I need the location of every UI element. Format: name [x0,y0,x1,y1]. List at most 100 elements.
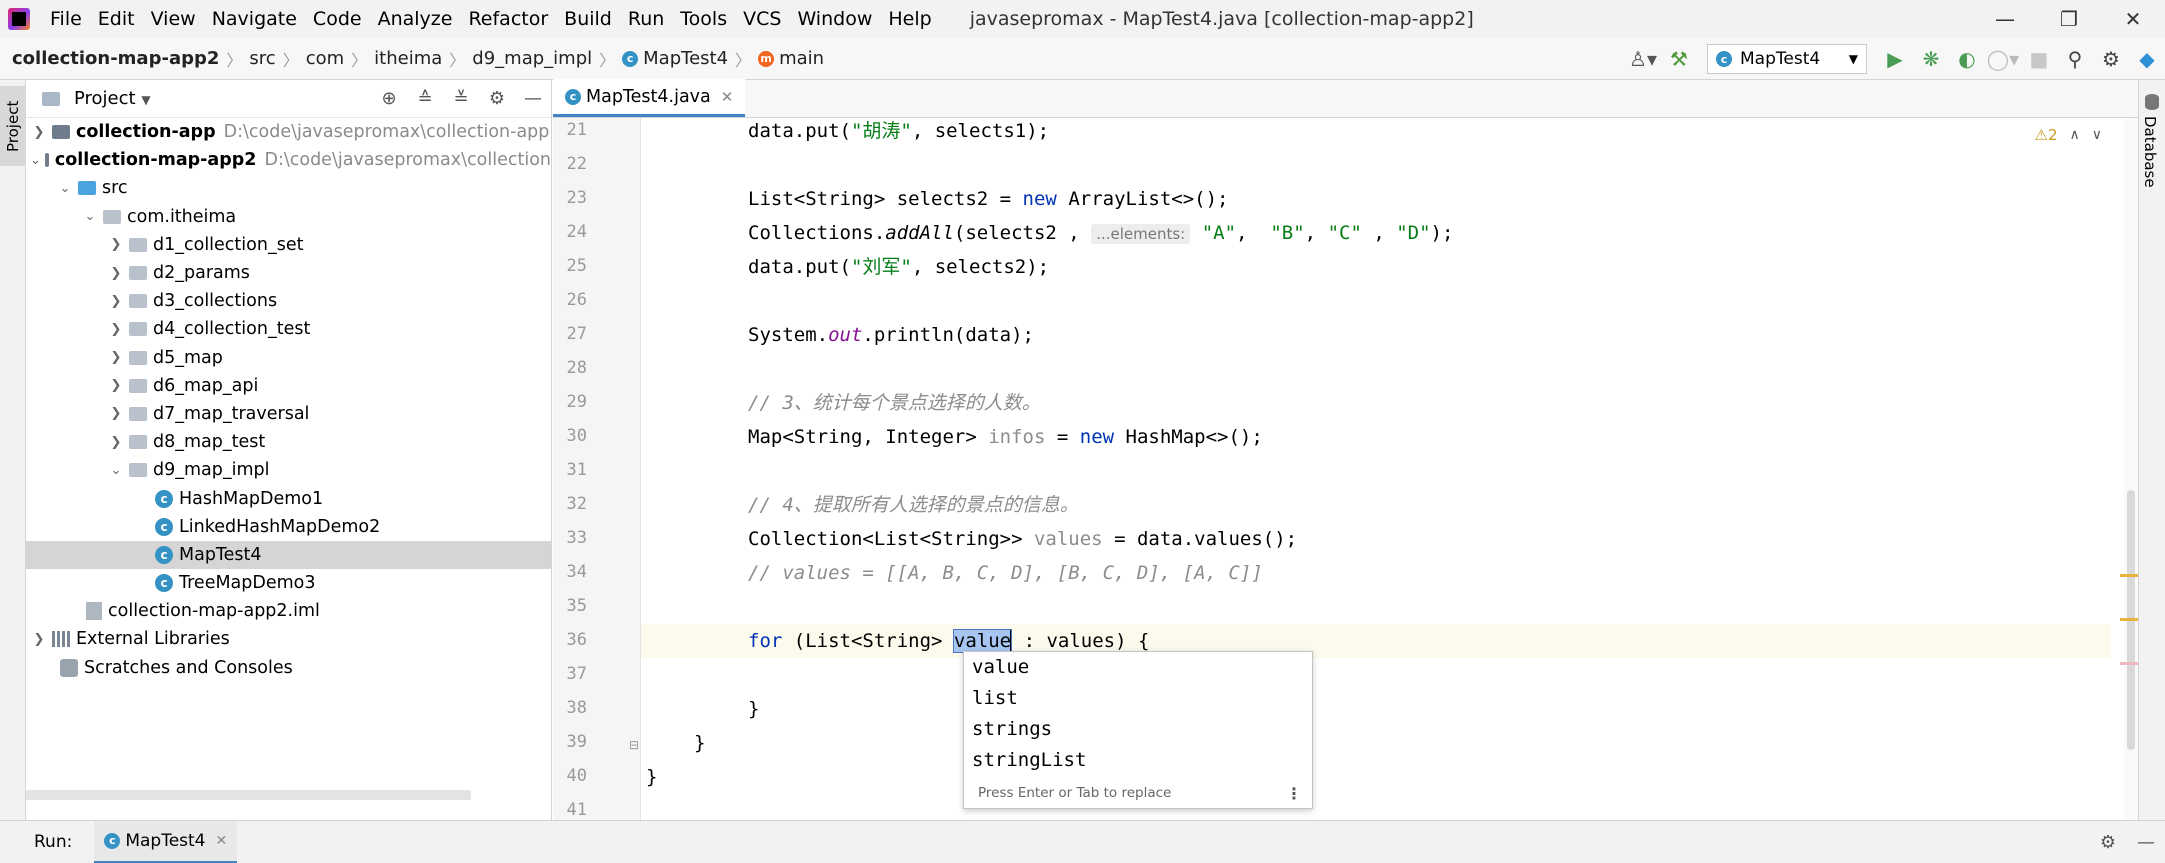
build-hammer-icon[interactable]: ⚒ [1661,38,1697,80]
warning-marker[interactable] [2120,618,2138,621]
completion-item[interactable]: strings [964,714,1312,745]
stop-icon[interactable]: ■ [2021,38,2057,80]
hide-panel-icon[interactable]: — [515,88,551,109]
menu-analyze[interactable]: Analyze [370,0,461,38]
breadcrumb-com[interactable]: com [302,48,348,69]
run-tab[interactable]: c MapTest4 ✕ [94,820,238,863]
menu-window[interactable]: Window [789,0,880,38]
tree-item-package[interactable]: ❯ d5_map [26,344,551,372]
tree-item-package[interactable]: ⌄ d9_map_impl [26,456,551,484]
editor-vertical-scrollbar[interactable] [2124,118,2138,820]
search-icon[interactable]: ⚲ [2057,38,2093,80]
completion-item[interactable]: list [964,683,1312,714]
locate-icon[interactable]: ⊕ [371,88,407,109]
profile-icon[interactable]: ◯▾ [1985,38,2021,80]
menu-navigate[interactable]: Navigate [204,0,305,38]
breadcrumb-package[interactable]: d9_map_impl [468,48,596,69]
chevron-right-icon[interactable]: ❯ [107,266,125,281]
expand-all-icon[interactable]: ≙ [407,88,443,109]
tree-item-collection-app[interactable]: ❯ collection-app D:\code\javasepromax\co… [26,118,551,146]
project-view-select[interactable]: Project ▼ [74,88,151,109]
menu-build[interactable]: Build [556,0,620,38]
chevron-right-icon[interactable]: ❯ [107,322,125,337]
minimize-icon[interactable]: — [1973,0,2037,38]
menu-run[interactable]: Run [620,0,672,38]
tree-item-iml-file[interactable]: collection-map-app2.iml [26,597,551,625]
next-highlight-icon[interactable]: ∨ [2092,127,2102,143]
menu-vcs[interactable]: VCS [735,0,789,38]
menu-help[interactable]: Help [880,0,939,38]
menu-tools[interactable]: Tools [672,0,735,38]
breadcrumb-itheima[interactable]: itheima [370,48,446,69]
hide-panel-icon[interactable]: — [2127,832,2165,853]
tree-item-class[interactable]: c LinkedHashMapDemo2 [26,513,551,541]
database-tool-tab[interactable]: Database [2141,116,2159,188]
chevron-down-icon[interactable]: ⌄ [81,209,99,224]
project-tool-tab[interactable]: Project [0,86,26,166]
tree-item-src[interactable]: ⌄ src [26,174,551,202]
run-icon[interactable]: ▶ [1877,38,1913,80]
tree-item-class-selected[interactable]: c MapTest4 [26,540,551,569]
close-window-icon[interactable]: ✕ [2101,0,2165,38]
warning-marker[interactable] [2120,574,2138,577]
chevron-right-icon[interactable]: ❯ [107,435,125,450]
line-number: 39 [566,732,587,752]
chevron-right-icon[interactable]: ❯ [107,378,125,393]
toolbox-icon[interactable]: ◆ [2129,38,2165,80]
close-tab-icon[interactable]: ✕ [721,88,734,106]
user-icon[interactable]: ♙▾ [1625,38,1661,80]
restore-icon[interactable]: ❐ [2037,0,2101,38]
breadcrumb-method[interactable]: m main [754,48,828,69]
gear-icon[interactable]: ⚙ [479,88,515,109]
previous-highlight-icon[interactable]: ∧ [2070,127,2080,143]
project-horizontal-scrollbar[interactable] [26,790,471,800]
menu-view[interactable]: View [143,0,204,38]
tree-item-class[interactable]: c HashMapDemo1 [26,484,551,512]
settings-gear-icon[interactable]: ⚙ [2093,38,2129,80]
chevron-down-icon[interactable]: ⌄ [30,153,41,168]
rename-variable-field[interactable]: value [952,629,1013,653]
more-options-icon[interactable]: ⋮ [1286,784,1302,803]
run-configuration-select[interactable]: c MapTest4 ▼ [1707,44,1867,74]
tree-item-package[interactable]: ❯ d3_collections [26,287,551,315]
chevron-right-icon[interactable]: ❯ [30,632,48,647]
tree-item-package[interactable]: ❯ d7_map_traversal [26,400,551,428]
breadcrumb-project[interactable]: collection-map-app2 [0,48,223,69]
tree-item-package[interactable]: ❯ d1_collection_set [26,231,551,259]
tree-item-package[interactable]: ❯ d4_collection_test [26,315,551,343]
tree-item-com-itheima[interactable]: ⌄ com.itheima [26,203,551,231]
chevron-right-icon[interactable]: ❯ [30,125,48,140]
menu-edit[interactable]: Edit [90,0,143,38]
debug-icon[interactable]: ❋ [1913,38,1949,80]
close-tab-icon[interactable]: ✕ [216,833,228,849]
chevron-right-icon[interactable]: ❯ [107,294,125,309]
breadcrumb-class[interactable]: c MapTest4 [618,48,732,69]
fold-marker-icon[interactable]: ⊟ [629,738,639,752]
coverage-icon[interactable]: ◐ [1949,38,1985,80]
chevron-right-icon[interactable]: ❯ [107,350,125,365]
menu-refactor[interactable]: Refactor [460,0,556,38]
tree-item-package[interactable]: ❯ d6_map_api [26,372,551,400]
error-marker[interactable] [2120,662,2138,665]
menu-file[interactable]: File [42,0,90,38]
completion-item[interactable]: stringList [964,745,1312,776]
tree-item-scratches[interactable]: Scratches and Consoles [26,654,551,682]
menu-code[interactable]: Code [305,0,370,38]
completion-item[interactable]: value [964,652,1312,683]
editor-tab[interactable]: c MapTest4.java ✕ [553,79,746,117]
chevron-down-icon[interactable]: ⌄ [56,181,74,196]
chevron-right-icon[interactable]: ❯ [107,406,125,421]
gear-icon[interactable]: ⚙ [2089,832,2127,853]
tree-item-collection-map-app2[interactable]: ⌄ collection-map-app2 D:\code\javaseprom… [26,146,551,174]
inspection-widget[interactable]: ⚠ 2 ∧ ∨ [2035,126,2103,144]
tree-item-external-libraries[interactable]: ❯ External Libraries [26,625,551,653]
code-editor[interactable]: data.put("胡涛", selects1); List<String> s… [641,118,2111,820]
breadcrumb-src[interactable]: src [245,48,279,69]
database-icon[interactable] [2145,94,2159,110]
chevron-right-icon[interactable]: ❯ [107,237,125,252]
tree-item-class[interactable]: c TreeMapDemo3 [26,569,551,597]
chevron-down-icon[interactable]: ⌄ [107,463,125,478]
tree-item-package[interactable]: ❯ d2_params [26,259,551,287]
collapse-all-icon[interactable]: ≚ [443,88,479,109]
tree-item-package[interactable]: ❯ d8_map_test [26,428,551,456]
